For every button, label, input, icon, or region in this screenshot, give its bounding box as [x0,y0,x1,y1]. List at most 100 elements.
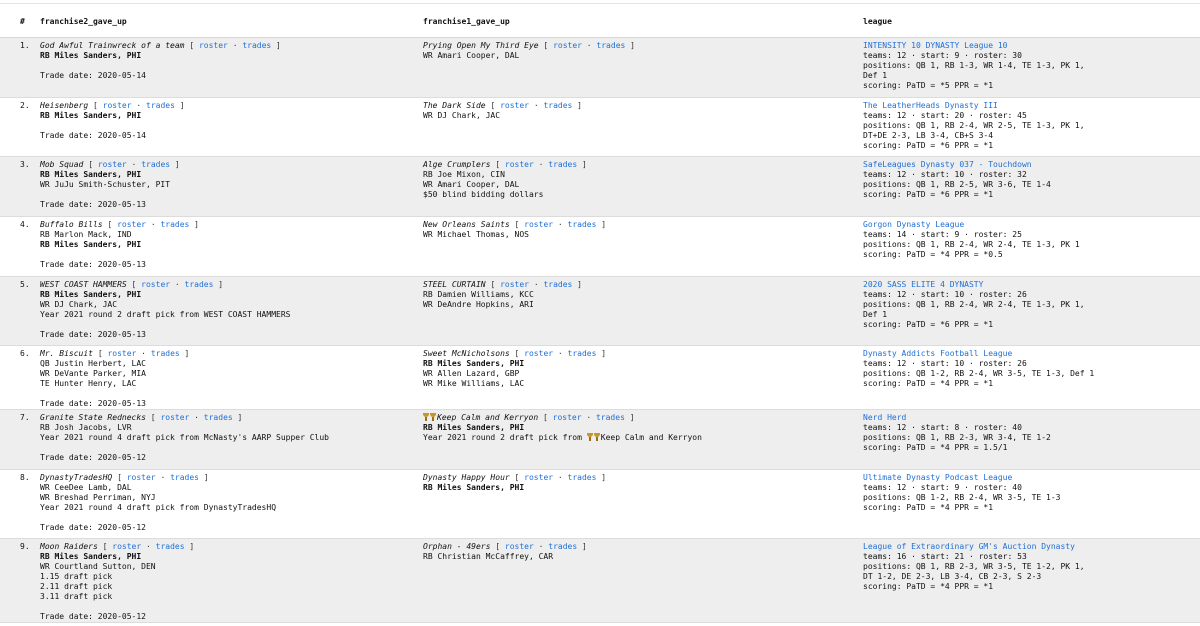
row-number: 1. [20,41,30,50]
roster-link[interactable]: roster [117,220,146,229]
league-link[interactable]: Nerd Herd [863,413,906,422]
trades-link[interactable]: trades [204,413,233,422]
franchise1-cell: Keep Calm and Kerryon [ roster · trades … [423,410,863,470]
franchise2-team-name: Mob Squad [40,160,84,169]
links-close-bracket: ] [572,280,582,289]
franchise2-cell: Buffalo Bills [ roster · trades ] RB Marl… [40,217,423,277]
roster-link[interactable]: roster [107,349,136,358]
trades-link[interactable]: trades [151,349,180,358]
links-close-bracket: ] [232,413,243,422]
league-link[interactable]: League of Extraordinary GM's Auction Dyn… [863,542,1075,551]
draft-pick-prefix: Year 2021 round 2 draft pick from [423,433,587,442]
franchise2-cell: DynastyTradesHQ [ roster · trades ] WR Ce… [40,470,423,539]
trades-link[interactable]: trades [543,101,572,110]
roster-link[interactable]: roster [524,473,553,482]
links-close-bracket: ] [596,349,607,358]
franchise1-team-name: Keep Calm and Kerryon [437,413,539,422]
trades-link[interactable]: trades [548,160,577,169]
table-row: 3. Mob Squad [ roster · trades ] RB Miles … [0,156,1200,217]
links-close-bracket: ] [179,349,190,358]
roster-link[interactable]: roster [103,101,132,110]
roster-link[interactable]: roster [127,473,156,482]
franchise1-team-line: Orphan - 49ers [ roster · trades ] [423,542,863,552]
links-separator: · [533,160,549,169]
league-link[interactable]: SafeLeagues Dynasty 037 - Touchdown [863,160,1032,169]
roster-link[interactable]: roster [98,160,127,169]
roster-link[interactable]: roster [500,280,529,289]
links-separator: · [155,473,171,482]
links-close-bracket: ] [625,41,635,50]
roster-link[interactable]: roster [553,41,582,50]
league-detail: teams: 12 · start: 10 · roster: 26 [863,290,1027,299]
trade-date: Trade date: 2020-05-14 [40,131,146,140]
roster-link[interactable]: roster [524,349,553,358]
links-open-bracket: [ [150,413,161,422]
trades-link[interactable]: trades [568,349,597,358]
row-number: 5. [20,280,30,289]
links-separator: · [553,349,568,358]
franchise2-team-name: Granite State Rednecks [40,413,146,422]
trade-date: Trade date: 2020-05-13 [40,399,146,408]
roster-link[interactable]: roster [505,542,534,551]
trades-link[interactable]: trades [160,220,189,229]
trade-asset: 3.11 draft pick [40,592,113,601]
league-detail: scoring: PaTD = *4 PPR = *1 [863,503,994,512]
roster-link[interactable]: roster [500,101,529,110]
trades-link[interactable]: trades [146,101,175,110]
links-open-bracket: [ [514,473,525,482]
franchise2-cell: Mr. Biscuit [ roster · trades ] QB Justin… [40,346,423,410]
links-separator: · [533,542,549,551]
franchise1-cell: Sweet McNicholsons [ roster · trades ] RB… [423,346,863,410]
trades-link[interactable]: trades [141,160,170,169]
league-name-line: The LeatherHeads Dynasty III [863,101,1200,111]
trades-link[interactable]: trades [170,473,199,482]
trade-asset: QB Justin Herbert, LAC [40,359,146,368]
league-link[interactable]: Ultimate Dynasty Podcast League [863,473,1012,482]
trades-link[interactable]: trades [156,542,185,551]
trades-link[interactable]: trades [568,473,597,482]
league-name-line: 2020 SASS ELITE 4 DYNASTY [863,280,1200,290]
franchise1-team-line: New Orleans Saints [ roster · trades ] [423,220,863,230]
trades-link[interactable]: trades [548,542,577,551]
trades-link[interactable]: trades [596,41,625,50]
links-open-bracket: [ [131,280,142,289]
trades-link[interactable]: trades [543,280,572,289]
league-name-line: SafeLeagues Dynasty 037 - Touchdown [863,160,1200,170]
roster-link[interactable]: roster [524,220,553,229]
league-name-line: Dynasty Addicts Football League [863,349,1200,359]
links-separator: · [126,160,142,169]
league-detail: DT 1-2, DE 2-3, LB 3-4, CB 2-3, S 2-3 [863,572,1042,581]
roster-link[interactable]: roster [505,160,534,169]
roster-link[interactable]: roster [141,280,170,289]
table-row: 6. Mr. Biscuit [ roster · trades ] QB Just… [0,345,1200,410]
league-cell: League of Extraordinary GM's Auction Dyn… [863,539,1200,623]
links-open-bracket: [ [117,473,127,482]
franchise2-team-name: Heisenberg [40,101,89,110]
trade-asset: RB Christian McCaffrey, CAR [423,552,554,561]
league-link[interactable]: 2020 SASS ELITE 4 DYNASTY [863,280,983,289]
league-name-line: League of Extraordinary GM's Auction Dyn… [863,542,1200,552]
roster-link[interactable]: roster [160,413,189,422]
league-link[interactable]: The LeatherHeads Dynasty III [863,101,998,110]
links-open-bracket: [ [93,101,103,110]
roster-link[interactable]: roster [553,413,582,422]
trades-link[interactable]: trades [568,220,597,229]
league-detail: teams: 12 · start: 10 · roster: 32 [863,170,1027,179]
table-row: 5. WEST COAST HAMMERS [ roster · trades ]… [0,276,1200,346]
trades-link[interactable]: trades [185,280,214,289]
links-separator: · [141,542,156,551]
trade-asset: Year 2021 round 2 draft pick from WEST C… [40,310,291,319]
roster-link[interactable]: roster [112,542,141,551]
trades-link[interactable]: trades [596,413,625,422]
trades-link[interactable]: trades [242,41,271,50]
franchise2-cell: God Awful Trainwreck of a team [ roster … [40,38,423,98]
franchise2-team-line: Mob Squad [ roster · trades ] [40,160,423,170]
league-link[interactable]: Dynasty Addicts Football League [863,349,1012,358]
franchise2-team-line: Buffalo Bills [ roster · trades ] [40,220,423,230]
league-link[interactable]: INTENSITY 10 DYNASTY League 10 [863,41,1008,50]
league-link[interactable]: Gorgon Dynasty League [863,220,964,229]
links-open-bracket: [ [495,160,505,169]
links-open-bracket: [ [514,220,525,229]
roster-link[interactable]: roster [199,41,228,50]
